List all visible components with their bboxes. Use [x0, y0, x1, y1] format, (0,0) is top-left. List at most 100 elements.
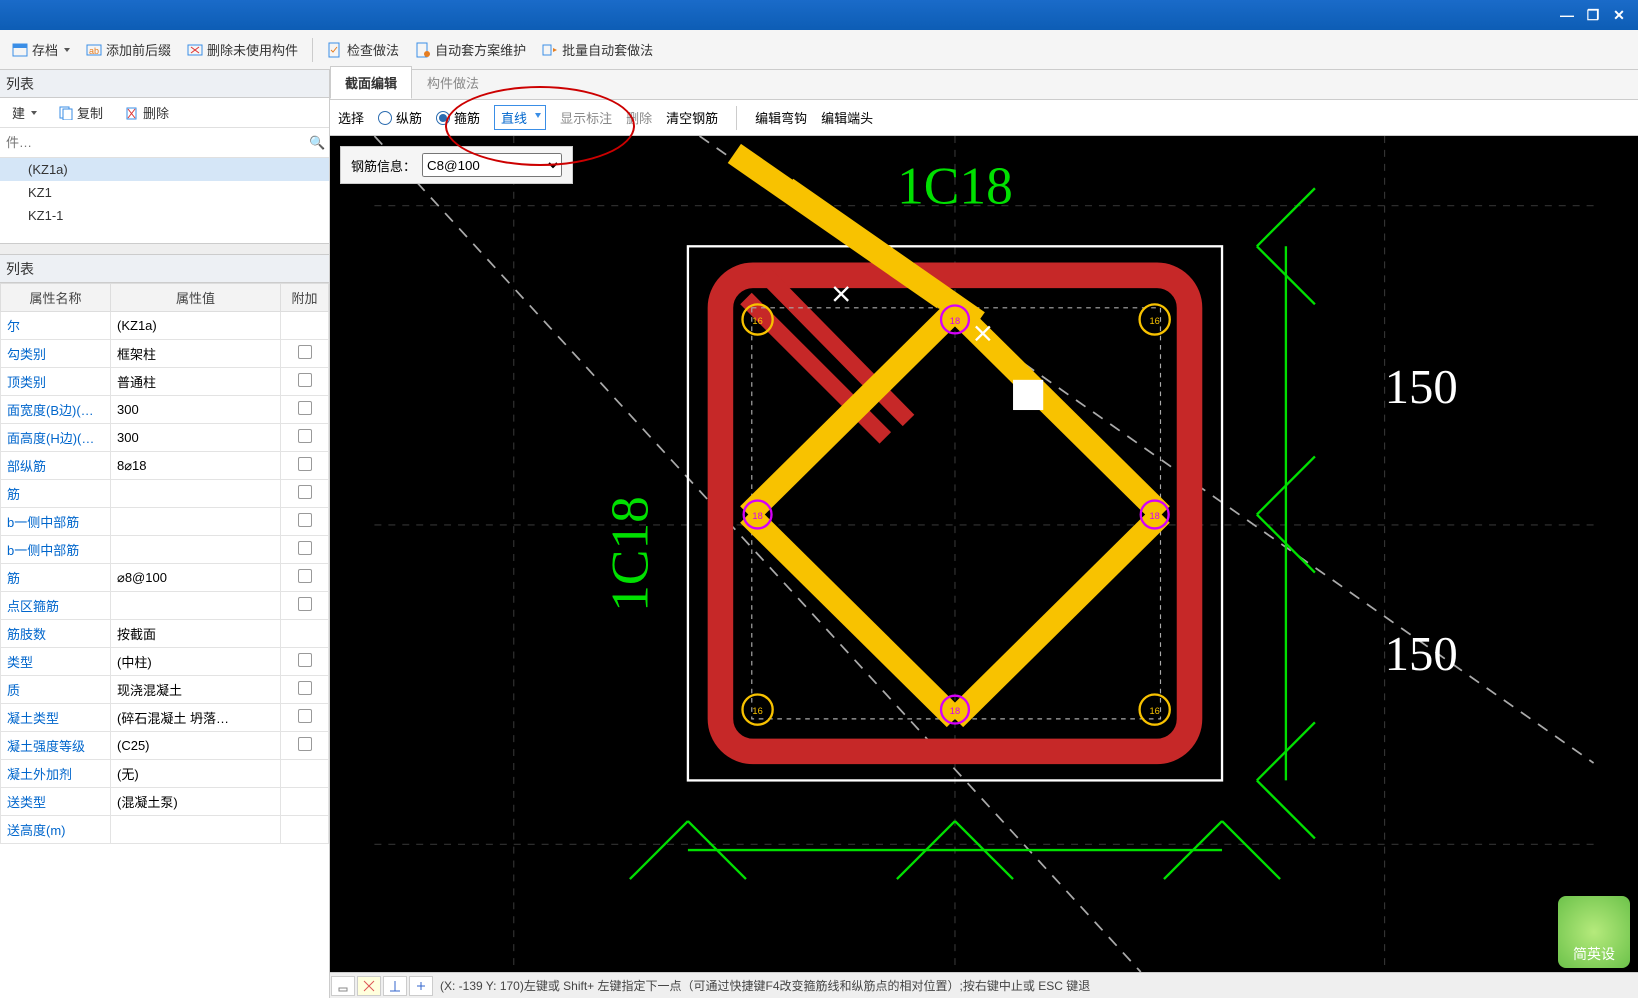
show-label-button[interactable]: 显示标注: [560, 108, 612, 127]
prop-value[interactable]: [111, 480, 281, 508]
prop-extra[interactable]: [281, 480, 329, 508]
checkbox-icon[interactable]: [298, 597, 312, 611]
snap-add-button[interactable]: [409, 976, 433, 996]
prop-extra[interactable]: [281, 312, 329, 340]
prop-value[interactable]: (中柱): [111, 648, 281, 676]
prop-extra[interactable]: [281, 536, 329, 564]
list-item[interactable]: KZ1: [0, 181, 329, 204]
table-row[interactable]: 筋 ⌀8@100: [1, 564, 329, 592]
checkbox-icon[interactable]: [298, 681, 312, 695]
prop-value[interactable]: (混凝土泵): [111, 788, 281, 816]
copy-button[interactable]: 复制: [53, 99, 109, 126]
snap-perpendicular-button[interactable]: [383, 976, 407, 996]
table-row[interactable]: 凝土外加剂 (无): [1, 760, 329, 788]
prop-extra[interactable]: [281, 564, 329, 592]
checkbox-icon[interactable]: [298, 569, 312, 583]
checkbox-icon[interactable]: [298, 457, 312, 471]
line-mode-dropdown[interactable]: 直线: [494, 105, 546, 130]
prop-value[interactable]: [111, 816, 281, 844]
check-method-button[interactable]: 检查做法: [321, 36, 405, 63]
checkbox-icon[interactable]: [298, 401, 312, 415]
component-list[interactable]: (KZ1a) KZ1 KZ1-1: [0, 158, 329, 243]
prop-value[interactable]: 300: [111, 396, 281, 424]
clear-rebar-button[interactable]: 清空钢筋: [666, 108, 718, 127]
checkbox-icon[interactable]: [298, 485, 312, 499]
prop-extra[interactable]: [281, 508, 329, 536]
prop-extra[interactable]: [281, 788, 329, 816]
radio-stirrup[interactable]: 箍筋: [436, 108, 480, 127]
delete-button[interactable]: 删除: [119, 99, 175, 126]
prop-value[interactable]: ⌀8@100: [111, 564, 281, 592]
snap-endpoint-button[interactable]: [331, 976, 355, 996]
prop-value[interactable]: [111, 508, 281, 536]
auto-scheme-button[interactable]: 自动套方案维护: [409, 36, 532, 63]
prop-extra[interactable]: [281, 452, 329, 480]
delete-rebar-button[interactable]: 删除: [626, 108, 652, 127]
table-row[interactable]: 筋: [1, 480, 329, 508]
splitter[interactable]: [0, 243, 329, 255]
radio-longitudinal[interactable]: 纵筋: [378, 108, 422, 127]
snap-intersection-button[interactable]: [357, 976, 381, 996]
prop-value[interactable]: 现浇混凝土: [111, 676, 281, 704]
prop-extra[interactable]: [281, 424, 329, 452]
table-row[interactable]: 送高度(m): [1, 816, 329, 844]
prop-extra[interactable]: [281, 704, 329, 732]
prop-value[interactable]: 300: [111, 424, 281, 452]
table-row[interactable]: 筋肢数 按截面: [1, 620, 329, 648]
table-row[interactable]: 部纵筋 8⌀18: [1, 452, 329, 480]
checkbox-icon[interactable]: [298, 373, 312, 387]
table-row[interactable]: 面高度(H边)(… 300: [1, 424, 329, 452]
list-item[interactable]: KZ1-1: [0, 204, 329, 227]
tab-component-method[interactable]: 构件做法: [412, 66, 494, 99]
checkbox-icon[interactable]: [298, 709, 312, 723]
table-row[interactable]: 勾类别 框架柱: [1, 340, 329, 368]
prop-extra[interactable]: [281, 676, 329, 704]
list-item[interactable]: (KZ1a): [0, 158, 329, 181]
table-row[interactable]: 送类型 (混凝土泵): [1, 788, 329, 816]
prop-extra[interactable]: [281, 396, 329, 424]
table-row[interactable]: 质 现浇混凝土: [1, 676, 329, 704]
checkbox-icon[interactable]: [298, 345, 312, 359]
restore-button[interactable]: ❐: [1580, 5, 1606, 25]
checkbox-icon[interactable]: [298, 737, 312, 751]
prop-value[interactable]: 框架柱: [111, 340, 281, 368]
table-row[interactable]: 凝土类型 (碎石混凝土 坍落…: [1, 704, 329, 732]
prop-value[interactable]: 8⌀18: [111, 452, 281, 480]
table-row[interactable]: 顶类别 普通柱: [1, 368, 329, 396]
prop-extra[interactable]: [281, 732, 329, 760]
prop-extra[interactable]: [281, 340, 329, 368]
batch-auto-button[interactable]: 批量自动套做法: [536, 36, 659, 63]
prop-extra[interactable]: [281, 760, 329, 788]
prop-value[interactable]: [111, 592, 281, 620]
checkbox-icon[interactable]: [298, 513, 312, 527]
prop-value[interactable]: (KZ1a): [111, 312, 281, 340]
checkbox-icon[interactable]: [298, 541, 312, 555]
prop-extra[interactable]: [281, 648, 329, 676]
table-row[interactable]: 类型 (中柱): [1, 648, 329, 676]
prop-value[interactable]: 按截面: [111, 620, 281, 648]
tab-section-edit[interactable]: 截面编辑: [330, 66, 412, 99]
prop-extra[interactable]: [281, 620, 329, 648]
new-button[interactable]: 建: [6, 99, 43, 126]
table-row[interactable]: 面宽度(B边)(… 300: [1, 396, 329, 424]
prop-extra[interactable]: [281, 816, 329, 844]
prop-extra[interactable]: [281, 592, 329, 620]
minimize-button[interactable]: —: [1554, 5, 1580, 25]
checkbox-icon[interactable]: [298, 429, 312, 443]
edit-end-button[interactable]: 编辑端头: [821, 108, 873, 127]
section-canvas[interactable]: 钢筋信息： C8@100: [330, 136, 1638, 972]
prop-value[interactable]: (C25): [111, 732, 281, 760]
edit-hook-button[interactable]: 编辑弯钩: [755, 108, 807, 127]
prop-value[interactable]: [111, 536, 281, 564]
prop-value[interactable]: (碎石混凝土 坍落…: [111, 704, 281, 732]
search-input[interactable]: [0, 131, 309, 154]
archive-button[interactable]: 存档: [6, 36, 76, 63]
table-row[interactable]: b一侧中部筋: [1, 536, 329, 564]
table-row[interactable]: 点区箍筋: [1, 592, 329, 620]
select-tool[interactable]: 选择: [338, 108, 364, 127]
add-prefix-suffix-button[interactable]: ab添加前后缀: [80, 36, 177, 63]
prop-value[interactable]: (无): [111, 760, 281, 788]
delete-unused-button[interactable]: 删除未使用构件: [181, 36, 304, 63]
table-row[interactable]: b一侧中部筋: [1, 508, 329, 536]
prop-value[interactable]: 普通柱: [111, 368, 281, 396]
